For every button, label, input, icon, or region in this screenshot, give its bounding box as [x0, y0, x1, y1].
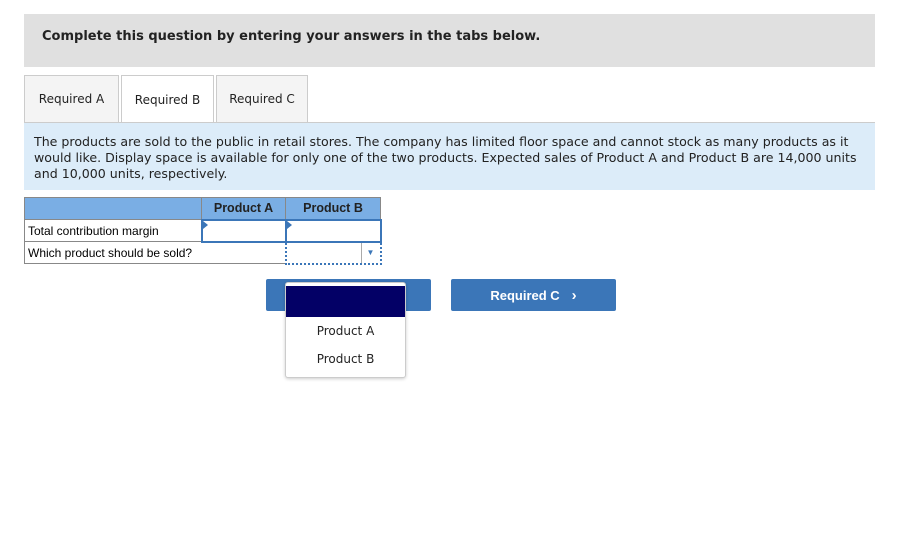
- tab-required-b[interactable]: Required B: [121, 75, 214, 123]
- product-a-margin-input[interactable]: [200, 218, 287, 243]
- dropdown-option-blank[interactable]: [286, 286, 405, 317]
- row-label: Total contribution margin: [24, 219, 202, 242]
- table-row: Total contribution margin: [24, 218, 382, 243]
- dropdown-option-product-b[interactable]: Product B: [286, 345, 405, 373]
- product-dropdown-menu: Product A Product B: [285, 282, 406, 378]
- header-blank: [24, 197, 202, 220]
- header-product-a: Product A: [201, 197, 286, 220]
- chevron-right-icon: ›: [571, 286, 577, 304]
- tab-required-a[interactable]: Required A: [24, 75, 119, 122]
- row-label: Which product should be sold?: [24, 241, 286, 264]
- product-b-margin-input[interactable]: [284, 218, 382, 243]
- table-header-row: Product A Product B: [24, 197, 381, 220]
- table-row: Which product should be sold? ▼: [24, 240, 382, 265]
- answer-table: Product A Product B Total contribution m…: [24, 197, 382, 265]
- dropdown-option-product-a[interactable]: Product A: [286, 317, 405, 345]
- product-select[interactable]: ▼: [284, 240, 382, 265]
- question-info: The products are sold to the public in r…: [24, 123, 875, 190]
- next-button[interactable]: Required C ›: [451, 279, 616, 311]
- tab-required-c[interactable]: Required C: [216, 75, 308, 122]
- instruction-text: Complete this question by entering your …: [42, 29, 541, 44]
- next-label: Required C: [490, 287, 560, 303]
- caret-down-icon[interactable]: ▼: [360, 242, 380, 263]
- instruction-banner: Complete this question by entering your …: [24, 14, 875, 67]
- header-product-b: Product B: [285, 197, 381, 220]
